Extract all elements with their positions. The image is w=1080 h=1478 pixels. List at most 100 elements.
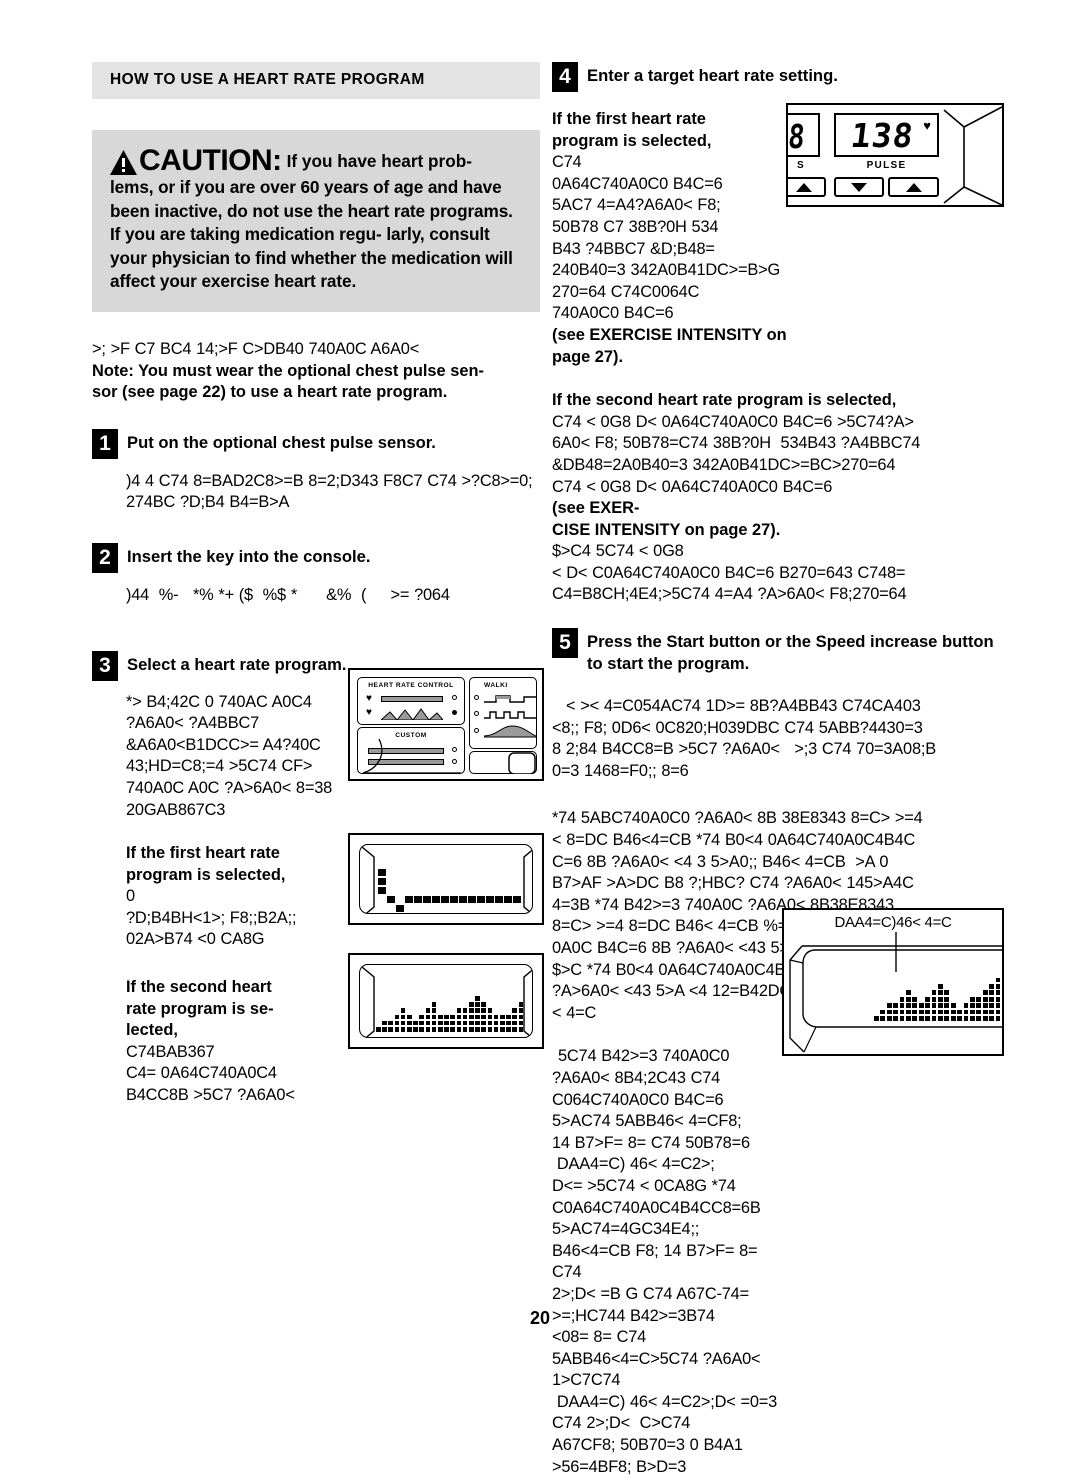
step-3-heading: Select a heart rate program. [127,654,347,674]
lcd-pixel [394,1014,400,1020]
lcd-pixel [512,1020,517,1026]
lcd-pixel [893,1003,898,1008]
lcd-pixel [931,996,937,1002]
lcd-pixel [893,1009,898,1015]
lcd-pixel [912,1016,918,1021]
step-3-second-program-heading: If the second heart rate program is se- … [126,978,274,1040]
lcd-pixel [425,1008,431,1013]
lcd-pixel [925,1009,930,1015]
lcd-pixel [444,1020,449,1026]
lcd-pixel [400,1027,406,1032]
lcd-pixel [382,1027,387,1032]
lcd-pixel [459,896,467,903]
lcd-pixel [989,984,994,989]
lcd-pixel [468,896,476,903]
lcd-pixel [413,1020,418,1026]
lcd-pixel [976,1003,982,1008]
lcd-pixel [970,1016,975,1021]
lcd-pixel [500,1020,505,1026]
lcd-pixel [462,1027,468,1032]
step-3-number: 3 [92,650,118,681]
lcd-pixel [899,1009,905,1015]
lcd-pixel [1002,1003,1004,1008]
lcd-pixel [462,1020,468,1026]
lcd-pixel [899,996,905,1002]
lcd-pixel [989,990,994,996]
lcd-pixel [475,996,480,1001]
intro-garbled-text: >; >F C7 BC4 14;>F C>DB40 740A0C A6A0< [92,339,420,358]
lcd-pixel [450,1020,455,1026]
lcd-pixel [963,1009,969,1015]
lcd-pixel [906,1016,911,1021]
lcd-pixel [995,996,1001,1002]
lcd-pixel [441,896,449,903]
lcd-pixel [456,1020,462,1026]
step-1: 1 Put on the optional chest pulse sensor… [92,428,540,459]
lcd-pixel [982,1009,988,1015]
step-4: 4 Enter a target heart rate setting. [552,62,1004,92]
lcd-pixel [1002,990,1004,995]
lcd-pixel [400,1014,406,1020]
lcd-pixel [450,1014,455,1020]
lcd-pixel [518,1020,524,1026]
intro-note: Note: You must wear the optional chest p… [92,361,484,402]
step-1-body: )4 4 C74 8=BAD2C8>=B 8=2;D343 F8C7 C74 >… [126,471,533,512]
lcd-pixel [950,1016,956,1021]
lcd-pixel [906,1009,911,1015]
lcd-pixel [431,1008,437,1013]
lcd-pixel [1002,1016,1004,1021]
lcd-screen [359,964,533,1038]
lcd-pixel [400,1020,406,1026]
lcd-pixel [481,1014,486,1020]
lcd-pixel [438,1014,443,1020]
lcd-pixel [938,1009,943,1015]
lcd-pixel [912,996,918,1002]
lcd-pixel [899,1016,905,1021]
lcd-pixel [475,1014,480,1020]
lcd-pixel [938,990,943,996]
step-5-number: 5 [552,628,578,659]
lcd-pixel [1002,997,1004,1002]
lcd-pixel [976,996,982,1002]
step-2-body: )44 %- *% *+ ($ %$ * &% ( >= ?064 [126,585,450,604]
lcd-pixel [376,1027,381,1032]
lcd-pixel [995,984,1001,989]
lcd-pixel [931,990,937,996]
lcd-pixel [450,1027,455,1032]
lcd-pixel [982,996,988,1002]
lcd-pixel [976,1009,982,1015]
lcd-display-flat-profile [348,833,544,925]
lcd-pixel [481,1008,486,1013]
lcd-pixel [938,984,943,989]
step-5-heading: Press the Start button or the Speed incr… [587,632,994,673]
lcd-pixel [995,1009,1001,1015]
lcd-pixel [388,1020,393,1026]
lcd-pixel [438,1020,443,1026]
lcd-pixel [957,1016,962,1021]
lcd-pixel [880,1009,886,1015]
lcd-pixel [387,896,395,903]
lcd-pixel [407,1014,412,1020]
warning-triangle-icon [110,150,137,175]
manual-page: HOW TO USE A HEART RATE PROGRAM CAUTION:… [0,0,1080,1476]
step-4-first-program-heading: If the first heart rate program is selec… [552,110,712,150]
lcd-pixel [938,1016,943,1021]
lcd-pixel [469,1002,474,1007]
lcd-pixel [976,1016,982,1021]
lcd-pixel [475,1020,480,1026]
lcd-pixel [405,896,413,903]
lcd-pixel [394,1027,400,1032]
section-title: HOW TO USE A HEART RATE PROGRAM [92,62,540,99]
lcd-pixel [378,878,386,885]
lcd-pixel [469,1008,474,1013]
lcd-pixel [995,990,1001,996]
step-3-body: *> B4;42C 0 740AC A0C4 ?A6A0< ?A4BBC7 &A… [126,692,333,819]
lcd-pixel [407,1020,412,1026]
console-panel-diagram: HEART RATE CONTROL ♥ ♥ CUSTOM WALKI [348,668,544,781]
lcd-pixel [944,1016,950,1021]
lcd-pixel [874,1016,879,1021]
step-4-first-program-body: C74 0A64C740A0C0 B4C=6 5AC7 4=A4?A6A0< F… [552,153,781,323]
lcd-pixel [989,1009,994,1015]
pulse-console-diagram: 8 138 ♥ PULSE S [786,103,1004,207]
step-4-second-program-heading: If the second heart rate program is sele… [552,391,897,410]
